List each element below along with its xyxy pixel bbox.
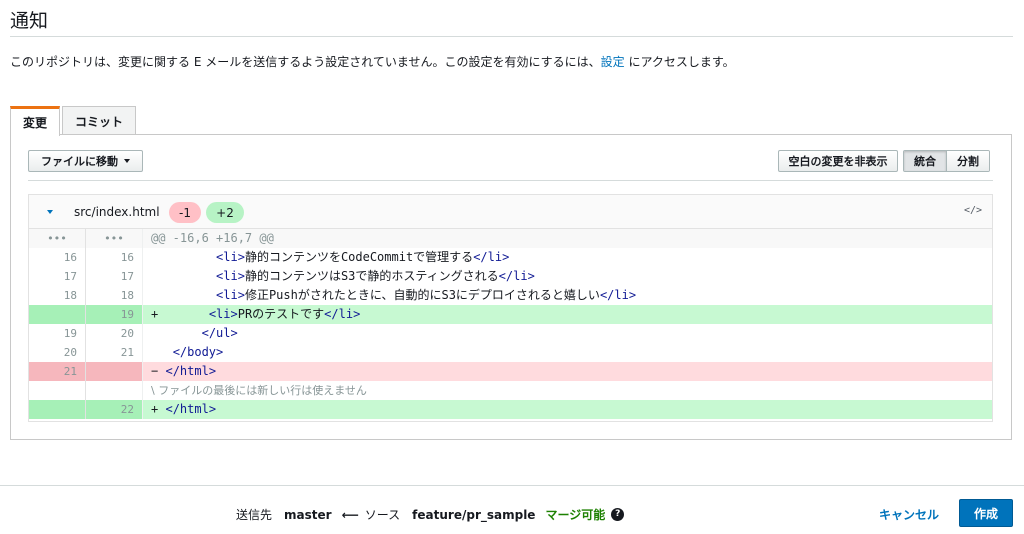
new-line-number[interactable]: 18: [86, 286, 143, 305]
cancel-button[interactable]: キャンセル: [879, 506, 939, 523]
merge-status: マージ可能: [545, 508, 606, 522]
hunk-header: @@ -16,6 +16,7 @@: [151, 231, 274, 245]
code-line: <li>修正Pushがされたときに、自動的にS3にデプロイされると嬉しい</li…: [143, 286, 992, 305]
new-line-number[interactable]: [86, 381, 143, 400]
open-tag: <li>: [216, 250, 245, 264]
close-tag: </li>: [473, 250, 510, 264]
open-tag: </html>: [165, 364, 217, 378]
settings-link[interactable]: 設定: [601, 55, 625, 69]
expand-up-icon[interactable]: •••: [29, 229, 86, 248]
tab-changes[interactable]: 変更: [10, 106, 61, 136]
code-line: <li>静的コンテンツはS3で静的ホスティングされる</li>: [143, 267, 992, 286]
diff-line-ctx: 18 18 <li>修正Pushがされたときに、自動的にS3にデプロイされると嬉し…: [29, 286, 992, 305]
old-line-number[interactable]: 17: [29, 267, 86, 286]
create-button[interactable]: 作成: [959, 499, 1013, 527]
old-line-number[interactable]: [29, 381, 86, 400]
unified-view-button[interactable]: 統合: [904, 151, 946, 171]
toolbar-divider: [28, 180, 993, 181]
view-mode-toggle: 統合 分割: [903, 150, 990, 172]
tab-bar: 変更 コミット: [10, 106, 138, 136]
open-tag: </body>: [172, 345, 224, 359]
additions-badge: +2: [206, 202, 244, 223]
new-line-number[interactable]: 16: [86, 248, 143, 267]
left-arrow-icon: ⟵: [341, 507, 359, 522]
old-line-number[interactable]: 21: [29, 362, 86, 381]
open-tag: <li>: [216, 288, 245, 302]
line-text: 静的コンテンツはS3で静的ホスティングされる: [244, 269, 499, 283]
split-view-button[interactable]: 分割: [946, 151, 989, 171]
close-tag: </li>: [498, 269, 535, 283]
expand-down-icon[interactable]: •••: [86, 229, 143, 248]
go-to-file-button[interactable]: ファイルに移動: [28, 150, 143, 172]
destination-label: 送信先: [236, 508, 273, 522]
open-tag: </html>: [165, 402, 217, 416]
tab-commits[interactable]: コミット: [62, 106, 137, 135]
code-line: </body>: [143, 343, 992, 362]
old-line-number[interactable]: 19: [29, 324, 86, 343]
title-divider: [10, 36, 1013, 37]
diff-line-del: 21 − </html>: [29, 362, 992, 381]
old-line-number[interactable]: [29, 400, 86, 419]
new-line-number[interactable]: 17: [86, 267, 143, 286]
close-tag: </li>: [324, 307, 361, 321]
old-line-number[interactable]: 20: [29, 343, 86, 362]
line-text: PRのテストです: [237, 307, 325, 321]
diff-line-ctx: 16 16 <li>静的コンテンツをCodeCommitで管理する</li>: [29, 248, 992, 267]
view-source-icon[interactable]: </>: [964, 205, 982, 216]
destination-branch: master: [284, 507, 332, 522]
diff-line-add: 19 + <li>PRのテストです</li>: [29, 305, 992, 324]
open-tag: <li>: [216, 269, 245, 283]
hide-whitespace-button[interactable]: 空白の変更を非表示: [778, 150, 898, 172]
line-text: 修正Pushがされたときに、自動的にS3にデプロイされると嬉しい: [244, 288, 600, 302]
notification-notice: このリポジトリは、変更に関する E メールを送信するよう設定されていません。この…: [10, 53, 735, 70]
source-label: ソース: [364, 508, 401, 522]
line-text: \ ファイルの最後には新しい行は使えません: [151, 384, 367, 397]
old-line-number[interactable]: 18: [29, 286, 86, 305]
section-title: 通知: [10, 10, 49, 32]
open-tag: <li>: [208, 307, 238, 321]
deletions-badge: -1: [169, 202, 201, 223]
file-header: src/index.html -1 +2 </>: [29, 195, 992, 229]
caret-down-icon: [124, 159, 130, 163]
new-line-number[interactable]: [86, 362, 143, 381]
new-line-number[interactable]: 22: [86, 400, 143, 419]
diff-line-add: 22 + </html>: [29, 400, 992, 419]
notice-text: このリポジトリは、変更に関する E メールを送信するよう設定されていません。この…: [10, 55, 601, 69]
notice-suffix: にアクセスします。: [624, 55, 735, 69]
new-line-number[interactable]: 20: [86, 324, 143, 343]
close-tag: </li>: [599, 288, 637, 302]
diff-line-ctx: 17 17 <li>静的コンテンツはS3で静的ホスティングされる</li>: [29, 267, 992, 286]
code-line: + </html>: [143, 400, 992, 419]
code-line: <li>静的コンテンツをCodeCommitで管理する</li>: [143, 248, 992, 267]
old-line-number[interactable]: [29, 305, 86, 324]
new-line-number[interactable]: 21: [86, 343, 143, 362]
old-line-number[interactable]: 16: [29, 248, 86, 267]
code-line: − </html>: [143, 362, 992, 381]
help-icon[interactable]: ?: [611, 508, 625, 521]
diff-line-note: \ ファイルの最後には新しい行は使えません: [29, 381, 992, 400]
open-tag: </ul>: [201, 326, 238, 340]
merge-summary: 送信先 master ⟵ ソース feature/pr_sample マージ可能…: [236, 506, 625, 523]
diff-lines: 16 16 <li>静的コンテンツをCodeCommitで管理する</li> 17 1…: [29, 248, 992, 419]
source-branch: feature/pr_sample: [412, 507, 536, 522]
file-name[interactable]: src/index.html: [74, 205, 160, 219]
new-line-number[interactable]: 19: [86, 305, 143, 324]
go-to-file-label: ファイルに移動: [41, 155, 118, 168]
collapse-triangle-icon[interactable]: [47, 210, 53, 214]
code-line: \ ファイルの最後には新しい行は使えません: [143, 381, 992, 400]
footer-divider: [0, 485, 1024, 486]
line-text: 静的コンテンツをCodeCommitで管理する: [244, 250, 474, 264]
diff-line-ctx: 20 21 </body>: [29, 343, 992, 362]
diff-line-ctx: 19 20 </ul>: [29, 324, 992, 343]
file-diff: src/index.html -1 +2 </> ••• ••• @@ -16,…: [28, 194, 993, 422]
hunk-header-row: ••• ••• @@ -16,6 +16,7 @@: [29, 229, 992, 248]
code-line: + <li>PRのテストです</li>: [143, 305, 992, 324]
code-line: </ul>: [143, 324, 992, 343]
